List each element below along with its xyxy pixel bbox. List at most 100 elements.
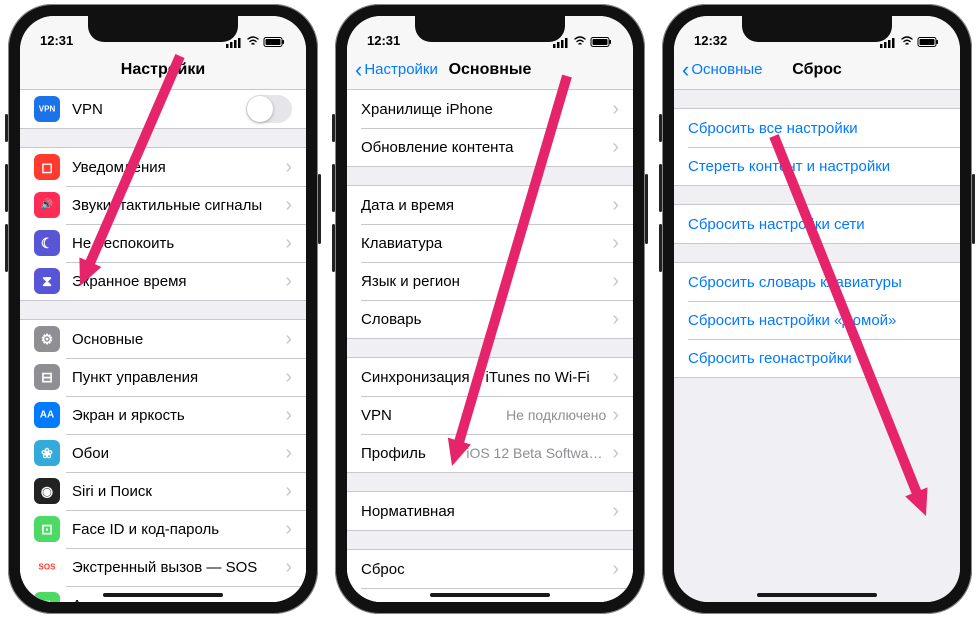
- row-label: Нормативная: [361, 503, 612, 520]
- settings-row[interactable]: Сбросить настройки сети: [674, 205, 960, 243]
- row-label: Пункт управления: [72, 369, 285, 386]
- home-indicator[interactable]: [757, 593, 877, 597]
- settings-group: Сбросить словарь клавиатуры Сбросить наст…: [674, 262, 960, 378]
- settings-row[interactable]: Сбросить словарь клавиатуры: [674, 263, 960, 301]
- page-title: Настройки: [121, 61, 205, 79]
- phone-mockup: 12:31‹НастройкиОсновныеХранилище iPhone›…: [335, 4, 645, 614]
- settings-row[interactable]: ПрофильiOS 12 Beta Software Profile›: [347, 434, 633, 472]
- content[interactable]: Хранилище iPhone›Обновление контента›Дат…: [347, 90, 633, 602]
- chevron-right-icon: ›: [612, 194, 619, 217]
- row-label: Сбросить настройки «Домой»: [688, 312, 946, 329]
- chevron-right-icon: ›: [285, 594, 292, 603]
- settings-row[interactable]: ☾Не беспокоить›: [20, 224, 306, 262]
- flower-icon: ❀: [34, 440, 60, 466]
- settings-row[interactable]: VPNНе подключено›: [347, 396, 633, 434]
- chevron-right-icon: ›: [285, 442, 292, 465]
- content[interactable]: VPNVPN ◻ Уведомления › 🔊 Звуки, тактильные си…: [20, 90, 306, 602]
- row-label: Сбросить настройки сети: [688, 216, 946, 233]
- row-label: Экран и яркость: [72, 407, 285, 424]
- row-label: Выключить: [361, 599, 619, 603]
- svg-text:⊟: ⊟: [41, 369, 53, 385]
- screen: 12:32‹ОсновныеСбросСбросить все настройк…: [674, 16, 960, 602]
- row-label: Сбросить все настройки: [688, 120, 946, 137]
- settings-row[interactable]: Клавиатура›: [347, 224, 633, 262]
- back-button[interactable]: ‹Основные: [682, 59, 763, 81]
- chevron-right-icon: ›: [612, 442, 619, 465]
- settings-row[interactable]: ◻Уведомления›: [20, 148, 306, 186]
- settings-row[interactable]: ⚙Основные›: [20, 320, 306, 358]
- chevron-left-icon: ‹: [355, 59, 362, 81]
- settings-row[interactable]: Язык и регион›: [347, 262, 633, 300]
- svg-text:SOS: SOS: [39, 563, 57, 572]
- chevron-right-icon: ›: [285, 404, 292, 427]
- chevron-right-icon: ›: [285, 518, 292, 541]
- row-label: Siri и Поиск: [72, 483, 285, 500]
- svg-text:⊡: ⊡: [41, 521, 53, 537]
- bell-icon: ◻: [34, 154, 60, 180]
- row-label: Язык и регион: [361, 273, 612, 290]
- row-label: Хранилище iPhone: [361, 101, 612, 118]
- settings-row[interactable]: Нормативная›: [347, 492, 633, 530]
- row-label: Звуки, тактильные сигналы: [72, 197, 285, 214]
- chevron-right-icon: ›: [612, 500, 619, 523]
- moon-icon: ☾: [34, 230, 60, 256]
- row-label: Обои: [72, 445, 285, 462]
- settings-row[interactable]: Сбросить настройки «Домой»: [674, 301, 960, 339]
- row-label: Словарь: [361, 311, 612, 328]
- phone-mockup: 12:31 Настройки VPNVPN ◻ Уведомления › 🔊 Звуки,…: [8, 4, 318, 614]
- settings-group: Сбросить все настройки Стереть контент и …: [674, 108, 960, 186]
- settings-row[interactable]: Словарь›: [347, 300, 633, 338]
- settings-group: ◻Уведомления›🔊Звуки, тактильные сигналы›…: [20, 147, 306, 301]
- svg-text:❀: ❀: [41, 445, 53, 461]
- settings-row[interactable]: ⊡Face ID и код-пароль›: [20, 510, 306, 548]
- notch: [88, 16, 238, 42]
- chevron-right-icon: ›: [285, 270, 292, 293]
- siri-icon: ◉: [34, 478, 60, 504]
- settings-row[interactable]: ◉Siri и Поиск›: [20, 472, 306, 510]
- settings-row[interactable]: Сбросить геонастройки: [674, 339, 960, 377]
- toggle-switch[interactable]: [246, 95, 292, 123]
- settings-row[interactable]: AA Экран и яркость›: [20, 396, 306, 434]
- settings-row[interactable]: ⧗Экранное время›: [20, 262, 306, 300]
- settings-row[interactable]: ❀ Обои›: [20, 434, 306, 472]
- settings-row[interactable]: Сбросить все настройки: [674, 109, 960, 147]
- settings-row[interactable]: Стереть контент и настройки: [674, 147, 960, 185]
- back-button[interactable]: ‹Настройки: [355, 59, 438, 81]
- home-indicator[interactable]: [103, 593, 223, 597]
- chevron-right-icon: ›: [612, 404, 619, 427]
- settings-row[interactable]: Обновление контента›: [347, 128, 633, 166]
- row-label: Экранное время: [72, 273, 285, 290]
- settings-row[interactable]: Синхронизация с iTunes по Wi-Fi›: [347, 358, 633, 396]
- gear-icon: ⚙: [34, 326, 60, 352]
- status-time: 12:31: [367, 33, 400, 48]
- settings-row[interactable]: Дата и время›: [347, 186, 633, 224]
- settings-row[interactable]: 🔊Звуки, тактильные сигналы›: [20, 186, 306, 224]
- settings-group: ⚙Основные› ⊟ Пункт управления › AA Экран и яр…: [20, 319, 306, 602]
- settings-row[interactable]: Хранилище iPhone›: [347, 90, 633, 128]
- screen: 12:31‹НастройкиОсновныеХранилище iPhone›…: [347, 16, 633, 602]
- settings-row[interactable]: Сброс›: [347, 550, 633, 588]
- screen: 12:31 Настройки VPNVPN ◻ Уведомления › 🔊 Звуки,…: [20, 16, 306, 602]
- row-label: Не беспокоить: [72, 235, 285, 252]
- row-label: Уведомления: [72, 159, 285, 176]
- back-label: Настройки: [364, 61, 438, 78]
- row-label: Стереть контент и настройки: [688, 158, 946, 175]
- status-time: 12:31: [40, 33, 73, 48]
- sound-icon: 🔊: [34, 192, 60, 218]
- home-indicator[interactable]: [430, 593, 550, 597]
- notch: [415, 16, 565, 42]
- row-label: Экстренный вызов — SOS: [72, 559, 285, 576]
- aa-icon: AA: [34, 402, 60, 428]
- svg-text:◉: ◉: [41, 483, 53, 499]
- row-label: Профиль: [361, 445, 466, 462]
- settings-row[interactable]: VPNVPN: [20, 90, 306, 128]
- svg-text:⚙: ⚙: [41, 331, 54, 347]
- chevron-right-icon: ›: [612, 232, 619, 255]
- content[interactable]: Сбросить все настройки Стереть контент и …: [674, 90, 960, 602]
- vpn-icon: VPN: [34, 96, 60, 122]
- chevron-right-icon: ›: [612, 136, 619, 159]
- nav-bar: Настройки: [20, 50, 306, 90]
- status-time: 12:32: [694, 33, 727, 48]
- settings-row[interactable]: SOSЭкстренный вызов — SOS›: [20, 548, 306, 586]
- settings-row[interactable]: ⊟Пункт управления›: [20, 358, 306, 396]
